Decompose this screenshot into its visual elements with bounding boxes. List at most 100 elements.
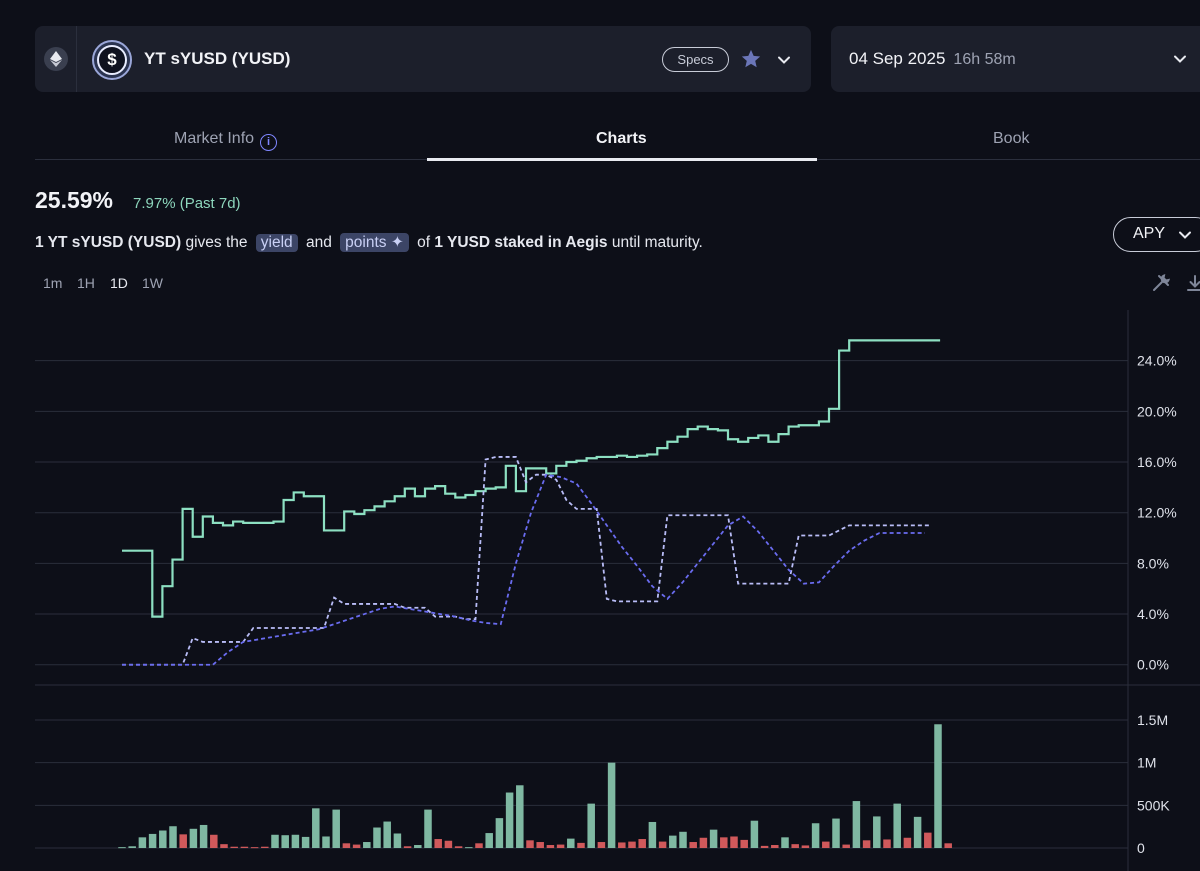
volume-bar — [832, 818, 840, 848]
volume-bar — [679, 831, 687, 848]
volume-bar — [148, 833, 157, 848]
volume-bar — [607, 762, 616, 848]
volume-bar — [383, 821, 391, 848]
volume-bar — [862, 840, 871, 848]
volume-bar — [822, 841, 830, 848]
volume-bar — [556, 844, 565, 848]
wrench-screwdriver-icon[interactable] — [1151, 273, 1171, 293]
star-icon[interactable] — [740, 48, 762, 70]
volume-bar — [567, 838, 575, 848]
volume-bar — [342, 843, 351, 848]
volume-tick-label: 1M — [1137, 755, 1156, 771]
volume-bar — [128, 846, 136, 848]
volume-bar — [199, 824, 208, 848]
points-pill[interactable]: points ✦ — [340, 233, 409, 252]
volume-bar — [179, 834, 187, 848]
volume-bar — [852, 801, 861, 848]
timeframe-1m[interactable]: 1m — [43, 275, 62, 291]
desc-prefix: 1 YT sYUSD (YUSD) — [35, 234, 182, 251]
specs-button[interactable]: Specs — [662, 47, 729, 72]
active-tab-indicator — [427, 158, 817, 161]
volume-bar — [873, 816, 881, 848]
volume-bar — [577, 842, 585, 848]
metric-select[interactable]: APY — [1113, 217, 1200, 252]
volume-bar — [526, 840, 534, 848]
volume-bar — [414, 845, 422, 848]
volume-bar — [169, 826, 177, 848]
info-icon[interactable]: i — [260, 133, 278, 151]
tab-market-info-label: Market Info — [174, 130, 255, 147]
volume-bar — [546, 845, 555, 848]
axis-labels: 24.0% 20.0% 16.0% 12.0% 8.0% 4.0% 0.0% 1.5M 1M 50… — [1137, 353, 1177, 856]
volume-bar — [893, 803, 901, 848]
line-series — [122, 339, 941, 666]
yield-pill[interactable]: yield — [255, 234, 298, 252]
volume-bar — [587, 803, 595, 848]
maturity-date: 04 Sep 2025 — [849, 49, 946, 68]
volume-bar — [352, 844, 361, 848]
volume-bar — [791, 844, 799, 848]
chevron-down-icon — [1179, 231, 1191, 239]
volume-bar — [760, 845, 769, 848]
volume-bar — [750, 820, 759, 848]
apy-change: 7.97% (Past 7d) — [133, 195, 241, 212]
volume-bar — [373, 827, 381, 848]
volume-bar — [913, 816, 922, 848]
maturity-selector[interactable]: 04 Sep 2025 16h 58m — [831, 26, 1200, 92]
volume-bar — [220, 844, 228, 848]
y-tick-label: 0.0% — [1137, 657, 1169, 673]
volume-bar — [240, 846, 249, 848]
apy-chart[interactable]: 24.0% 20.0% 16.0% 12.0% 8.0% 4.0% 0.0% 1.5M 1M 50… — [0, 300, 1200, 871]
timeframe-1w[interactable]: 1W — [142, 275, 163, 291]
y-tick-label: 20.0% — [1137, 403, 1177, 419]
volume-bar — [924, 832, 932, 848]
chain-selector[interactable] — [35, 26, 77, 92]
desc-and: and — [301, 234, 337, 251]
market-description: 1 YT sYUSD (YUSD) gives the yield and po… — [35, 233, 703, 252]
market-selector[interactable]: $ YT sYUSD (YUSD) Specs — [35, 26, 811, 92]
ethereum-icon — [43, 47, 68, 71]
desc-suffix: until maturity. — [607, 234, 703, 251]
tab-book[interactable]: Book — [993, 130, 1029, 148]
volume-bar — [301, 836, 310, 848]
tab-charts[interactable]: Charts — [596, 130, 647, 148]
desc-of: of — [412, 234, 435, 251]
volume-bar — [281, 835, 289, 848]
volume-tick-label: 1.5M — [1137, 712, 1168, 728]
volume-bar — [505, 792, 514, 848]
chevron-down-icon[interactable] — [1173, 52, 1187, 66]
chevron-down-icon[interactable] — [777, 53, 791, 67]
volume-bar — [883, 839, 891, 848]
y-tick-label: 24.0% — [1137, 353, 1177, 369]
metric-select-label: APY — [1133, 225, 1166, 242]
volume-bar — [801, 845, 810, 848]
tab-bar: Market Info i Charts Book — [35, 120, 1200, 161]
volume-bar — [618, 842, 626, 848]
download-icon[interactable] — [1185, 273, 1200, 293]
volume-bar — [403, 846, 412, 848]
volume-bar — [811, 823, 820, 848]
volume-bar — [709, 829, 718, 848]
timeframe-1h[interactable]: 1H — [77, 275, 95, 291]
volume-bar — [465, 847, 473, 849]
y-tick-label: 12.0% — [1137, 505, 1177, 521]
volume-bar — [444, 840, 453, 848]
desc-asset: 1 YUSD staked in Aegis — [434, 234, 608, 251]
volume-bar — [475, 843, 483, 848]
grid-lines — [35, 310, 1200, 871]
volume-bar — [781, 837, 789, 848]
underlying-average-line — [122, 473, 925, 666]
volume-bar — [363, 842, 371, 848]
volume-bar — [648, 821, 657, 848]
volume-bar — [516, 785, 524, 848]
tab-market-info[interactable]: Market Info i — [174, 130, 278, 151]
volume-bar — [230, 846, 238, 848]
volume-bar — [944, 843, 952, 848]
volume-bar — [903, 837, 912, 848]
volume-bar — [261, 846, 269, 848]
volume-bar — [393, 833, 402, 848]
volume-bar — [250, 847, 259, 849]
timeframe-1d[interactable]: 1D — [110, 275, 128, 291]
volume-bar — [597, 842, 606, 848]
volume-tick-label: 0 — [1137, 840, 1145, 856]
